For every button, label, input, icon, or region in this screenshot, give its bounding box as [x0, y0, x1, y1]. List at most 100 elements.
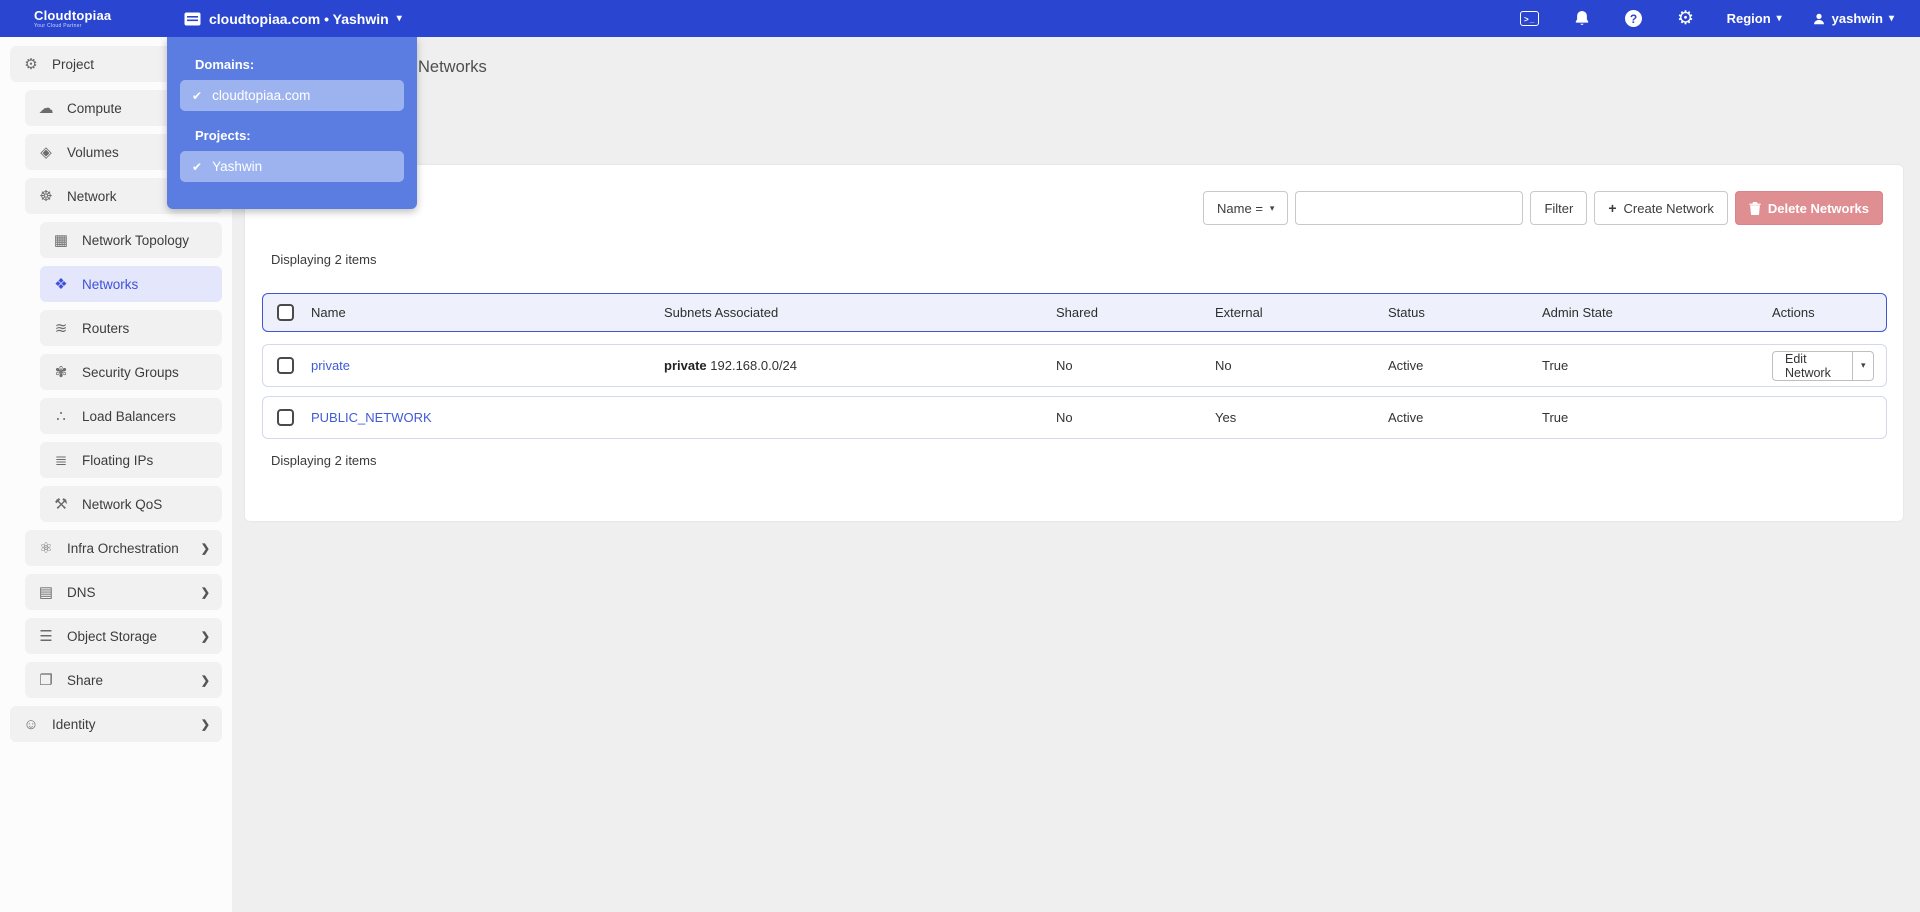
table-header-row: Name Subnets Associated Shared External …: [262, 293, 1887, 332]
check-icon: ✔: [192, 159, 203, 174]
domain-project-dropdown: Domains: ✔ cloudtopiaa.com Projects: ✔ Y…: [167, 37, 417, 209]
identity-icon: ☺: [23, 715, 39, 733]
status-cell: Active: [1388, 410, 1424, 425]
column-header-actions: Actions: [1772, 305, 1815, 320]
page-title: Networks: [418, 58, 487, 76]
qos-icon: ⚒: [54, 496, 68, 513]
table-row: PUBLIC_NETWORK No Yes Active True: [262, 396, 1887, 439]
row-checkbox[interactable]: [277, 409, 294, 426]
caret-down-icon: ▾: [1269, 202, 1275, 213]
bell-icon[interactable]: [1571, 9, 1593, 29]
sidebar-item-object-storage[interactable]: ☰ Object Storage ❯: [25, 618, 222, 654]
caret-down-icon: ▾: [1776, 12, 1782, 24]
row-actions-dropdown[interactable]: ▾: [1853, 350, 1874, 381]
chevron-right-icon: ❯: [200, 674, 210, 687]
shared-cell: No: [1056, 410, 1073, 425]
orchestration-icon: ⚛: [39, 540, 53, 557]
create-network-button[interactable]: + Create Network: [1594, 191, 1728, 225]
column-header-shared: Shared: [1056, 305, 1098, 320]
brand-name: Cloudtopiaa: [34, 7, 112, 23]
dns-server-icon: ▤: [38, 584, 54, 601]
delete-networks-button[interactable]: Delete Networks: [1734, 191, 1883, 225]
sidebar-item-share[interactable]: ❐ Share ❯: [25, 662, 222, 698]
external-cell: No: [1215, 358, 1232, 373]
status-cell: Active: [1388, 358, 1424, 373]
caret-down-icon: ▾: [1860, 360, 1866, 370]
column-header-admin-state: Admin State: [1542, 305, 1613, 320]
row-checkbox[interactable]: [277, 357, 294, 374]
domain-project-switcher[interactable]: cloudtopiaa.com • Yashwin ▾: [184, 11, 402, 27]
network-name-link[interactable]: PUBLIC_NETWORK: [311, 410, 664, 425]
caret-down-icon: ▾: [1888, 12, 1894, 24]
user-menu[interactable]: yashwin ▾: [1812, 11, 1894, 26]
sidebar-item-network-topology[interactable]: ▦ Network Topology: [40, 222, 222, 258]
edit-network-button[interactable]: Edit Network: [1772, 350, 1854, 381]
sidebar-item-floating-ips[interactable]: ≣ Floating IPs: [40, 442, 222, 478]
column-header-subnets: Subnets Associated: [664, 305, 779, 320]
sidebar-item-identity[interactable]: ☺ Identity ❯: [10, 706, 222, 742]
brand-logo[interactable]: Cloudtopiaa Your Cloud Partner: [0, 9, 150, 29]
sidebar-item-infra-orchestration[interactable]: ⚛ Infra Orchestration ❯: [25, 530, 222, 566]
gear-icon[interactable]: ⚙: [1675, 9, 1697, 29]
admin-state-cell: True: [1542, 358, 1569, 373]
column-header-external: External: [1215, 305, 1263, 320]
domain-option-cloudtopiaa[interactable]: ✔ cloudtopiaa.com: [180, 80, 404, 111]
project-gear-icon: ⚙: [24, 56, 38, 73]
trash-icon: [1749, 201, 1761, 215]
column-header-name: Name: [311, 305, 346, 320]
subnets-cell: private 192.168.0.0/24: [664, 358, 798, 373]
username: yashwin: [1831, 11, 1883, 26]
select-all-checkbox[interactable]: [277, 304, 294, 321]
networks-panel: Name = ▾ Filter + Create Network Delete …: [245, 165, 1903, 521]
plus-icon: +: [1608, 200, 1617, 216]
filter-button[interactable]: Filter: [1530, 191, 1588, 225]
topology-icon: ▦: [53, 232, 69, 249]
switcher-label: cloudtopiaa.com • Yashwin: [209, 10, 389, 27]
table-row: private private 192.168.0.0/24 No No Act…: [262, 344, 1887, 387]
domains-heading: Domains:: [195, 57, 255, 72]
item-count-bottom: Displaying 2 items: [271, 453, 377, 468]
caret-down-icon: ▾: [396, 12, 402, 24]
table-icon: [184, 12, 201, 25]
projects-heading: Projects:: [195, 128, 251, 143]
sidebar-item-load-balancers[interactable]: ∴ Load Balancers: [40, 398, 222, 434]
admin-state-cell: True: [1542, 410, 1569, 425]
shared-cell: No: [1056, 358, 1073, 373]
floating-ip-icon: ≣: [54, 452, 68, 469]
load-balancer-icon: ∴: [56, 408, 66, 425]
brand-tagline: Your Cloud Partner: [34, 22, 82, 29]
network-name-link[interactable]: private: [311, 358, 664, 373]
sidebar-item-security-groups[interactable]: ✾ Security Groups: [40, 354, 222, 390]
user-icon: [1813, 13, 1824, 24]
object-storage-icon: ☰: [39, 628, 53, 645]
network-nodes-icon: ☸: [39, 188, 53, 205]
external-cell: Yes: [1215, 410, 1237, 425]
item-count-top: Displaying 2 items: [271, 252, 377, 267]
column-header-status: Status: [1388, 305, 1425, 320]
sidebar-item-networks[interactable]: ❖ Networks: [40, 266, 222, 302]
chevron-right-icon: ❯: [200, 586, 210, 599]
filter-field-dropdown[interactable]: Name = ▾: [1203, 191, 1289, 225]
check-icon: ✔: [192, 88, 203, 103]
main-content: Networks Name = ▾ Filter + Create Networ…: [232, 37, 1920, 912]
security-icon: ✾: [54, 364, 68, 381]
help-icon[interactable]: ?: [1623, 9, 1645, 29]
project-option-yashwin[interactable]: ✔ Yashwin: [180, 151, 404, 182]
cloud-icon: ☁: [38, 100, 54, 117]
sidebar-item-dns[interactable]: ▤ DNS ❯: [25, 574, 222, 610]
table-toolbar: Name = ▾ Filter + Create Network Delete …: [1203, 191, 1883, 225]
chevron-right-icon: ❯: [200, 542, 210, 555]
terminal-icon[interactable]: >_: [1519, 9, 1541, 29]
volume-cube-icon: ◈: [40, 144, 52, 161]
router-icon: ≋: [54, 320, 68, 337]
top-navbar: Cloudtopiaa Your Cloud Partner cloudtopi…: [0, 0, 1920, 37]
share-file-icon: ❐: [39, 672, 53, 689]
chevron-right-icon: ❯: [200, 718, 210, 731]
chevron-right-icon: ❯: [200, 630, 210, 643]
region-dropdown[interactable]: Region ▾: [1727, 11, 1782, 26]
actions-cell: Edit Network ▾: [1772, 350, 1886, 381]
sidebar-item-routers[interactable]: ≋ Routers: [40, 310, 222, 346]
sidebar-item-network-qos[interactable]: ⚒ Network QoS: [40, 486, 222, 522]
networks-icon: ❖: [54, 276, 68, 293]
filter-input[interactable]: [1295, 191, 1524, 225]
